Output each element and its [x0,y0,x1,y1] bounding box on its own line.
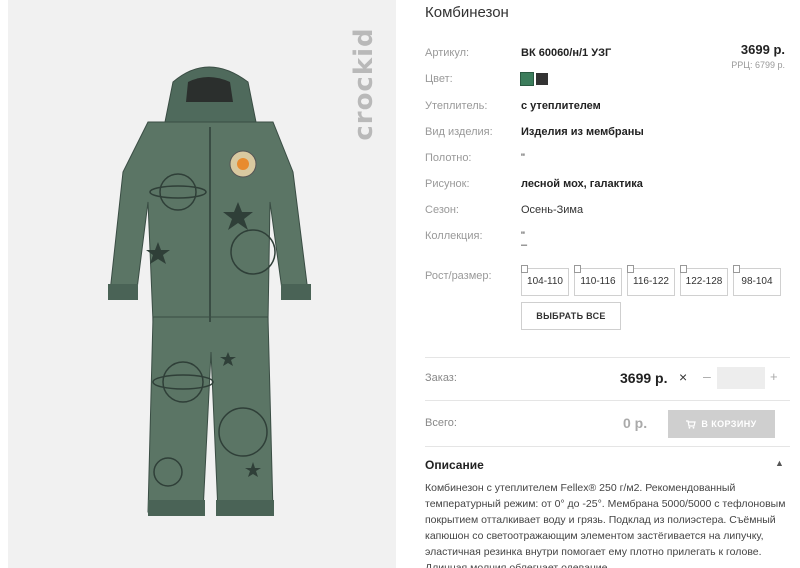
attr-season: Сезон: Осень-Зима [425,204,795,224]
add-to-cart-button[interactable]: В КОРЗИНУ [668,410,775,438]
size-label: 104-110 [527,276,563,287]
attr-label: Коллекция: [425,230,483,242]
color-swatches [520,72,548,86]
color-swatch-dark[interactable] [536,73,548,85]
size-option[interactable]: 116-122 [627,265,675,296]
divider [425,446,790,447]
brand-logo-text: crockid [349,27,379,141]
divider [425,400,790,401]
attr-label: Сезон: [425,204,459,216]
decrement-button[interactable]: – [703,368,711,384]
cart-button-label: В КОРЗИНУ [701,419,757,429]
total-value: 0 р. [623,415,648,431]
divider [425,357,790,358]
size-checkbox[interactable] [733,265,740,273]
attr-collection: Коллекция: " – [425,230,795,254]
brand-logo: crockid [349,14,379,154]
attr-label: Полотно: [425,152,472,164]
attr-value: Осень-Зима [521,204,584,216]
size-checkbox[interactable] [521,265,528,273]
attr-value: Изделия из мембраны [521,126,644,138]
attr-label: Рисунок: [425,178,470,190]
size-label: 110-116 [580,276,616,287]
attr-value: лесной мох, галактика [521,178,643,190]
size-checkbox[interactable] [680,265,687,273]
description-title[interactable]: Описание [425,458,484,472]
size-label: 98-104 [741,276,773,287]
page-title: Комбинезон [425,4,509,21]
select-all-button[interactable]: ВЫБРАТЬ ВСЕ [521,302,621,330]
size-label: 122-128 [685,276,723,287]
size-option[interactable]: 104-110 [521,265,569,296]
caret-up-icon[interactable]: ▲ [775,458,784,468]
quantity-input[interactable] [717,367,765,389]
attr-label: Утеплитель: [425,100,488,112]
attr-label: Артикул: [425,47,470,59]
product-info-panel: Комбинезон 3699 р. РРЦ: 6799 р. Артикул:… [425,0,795,568]
size-label: 116-122 [633,276,669,287]
size-option[interactable]: 98-104 [733,265,781,296]
color-swatch-green[interactable] [520,72,534,86]
product-image [108,66,311,516]
attr-value: ВК 60060/н/1 УЗГ [521,47,612,59]
size-checkbox[interactable] [627,265,634,273]
attr-color: Цвет: [425,72,795,93]
attr-value: – [521,239,528,251]
cart-icon [686,419,697,429]
order-price: 3699 р. [620,370,668,386]
size-checkbox[interactable] [574,265,581,273]
increment-button[interactable]: + [770,369,778,384]
attr-value: " [521,152,525,164]
order-label: Заказ: [425,372,457,384]
attr-type: Вид изделия: Изделия из мембраны [425,126,795,146]
size-option[interactable]: 122-128 [680,265,728,296]
total-label: Всего: [425,417,457,429]
attr-article: Артикул: ВК 60060/н/1 УЗГ [425,47,795,67]
size-options: 104-110 110-116 116-122 122-128 98-104 [521,265,781,296]
attr-insulation: Утеплитель: с утеплителем [425,100,795,120]
attr-fabric: Полотно: " [425,152,795,172]
description-text: Комбинезон с утеплителем Fellex® 250 г/м… [425,482,786,568]
times-icon: × [679,369,688,385]
attr-label: Вид изделия: [425,126,493,138]
attr-label: Цвет: [425,73,453,85]
product-image-panel: crockid [8,0,396,568]
attr-pattern: Рисунок: лесной мох, галактика [425,178,795,198]
attr-label: Рост/размер: [425,270,492,282]
size-option[interactable]: 110-116 [574,265,622,296]
attr-value: с утеплителем [521,100,601,112]
